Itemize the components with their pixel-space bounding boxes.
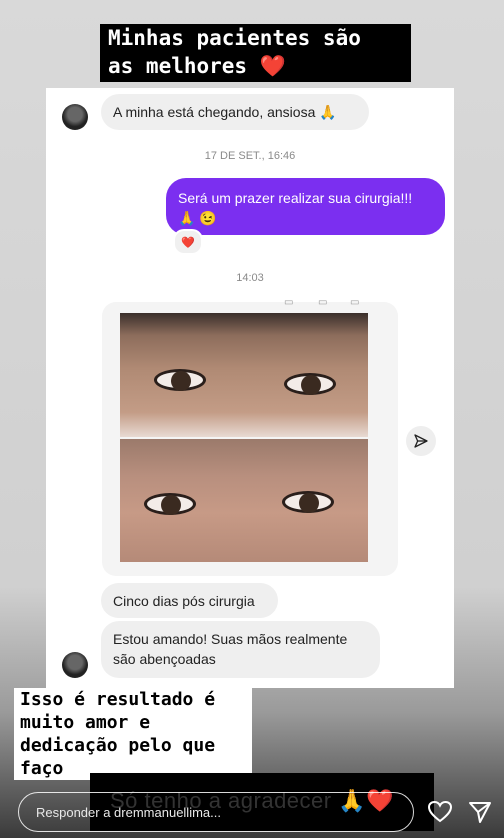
photo-after (120, 439, 368, 562)
message-incoming-3: Estou amando! Suas mãos realmente são ab… (101, 621, 380, 678)
photo-before (120, 313, 368, 437)
send-icon[interactable] (466, 798, 494, 826)
reaction-heart-icon: ❤️ (173, 229, 203, 255)
top-caption: Minhas pacientes são as melhores ❤️ (100, 24, 411, 82)
sender-avatar (62, 652, 88, 678)
sender-avatar (62, 104, 88, 130)
reply-placeholder: Responder a dremmanuellima... (36, 805, 221, 820)
toolbar-glyph-icon: ▭ (284, 297, 294, 308)
paper-plane-icon[interactable] (406, 426, 436, 456)
message-incoming-1: A minha está chegando, ansiosa 🙏 (101, 94, 369, 130)
toolbar-glyph-icon: ▭ (318, 297, 328, 308)
message-outgoing-1: Será um prazer realizar sua cirurgia!!! … (166, 178, 445, 235)
toolbar-glyph-icon: ▭ (350, 297, 360, 308)
heart-icon[interactable] (426, 798, 454, 826)
message-incoming-2: Cinco dias pós cirurgia (101, 583, 278, 618)
timestamp-1: 17 DE SET., 16:46 (204, 150, 296, 162)
timestamp-2: 14:03 (236, 272, 264, 284)
eye-right (282, 491, 334, 513)
bottom-caption: Isso é resultado é muito amor e dedicaçã… (14, 688, 252, 780)
eye-left (154, 369, 206, 391)
eye-left (144, 493, 196, 515)
eye-right (284, 373, 336, 395)
